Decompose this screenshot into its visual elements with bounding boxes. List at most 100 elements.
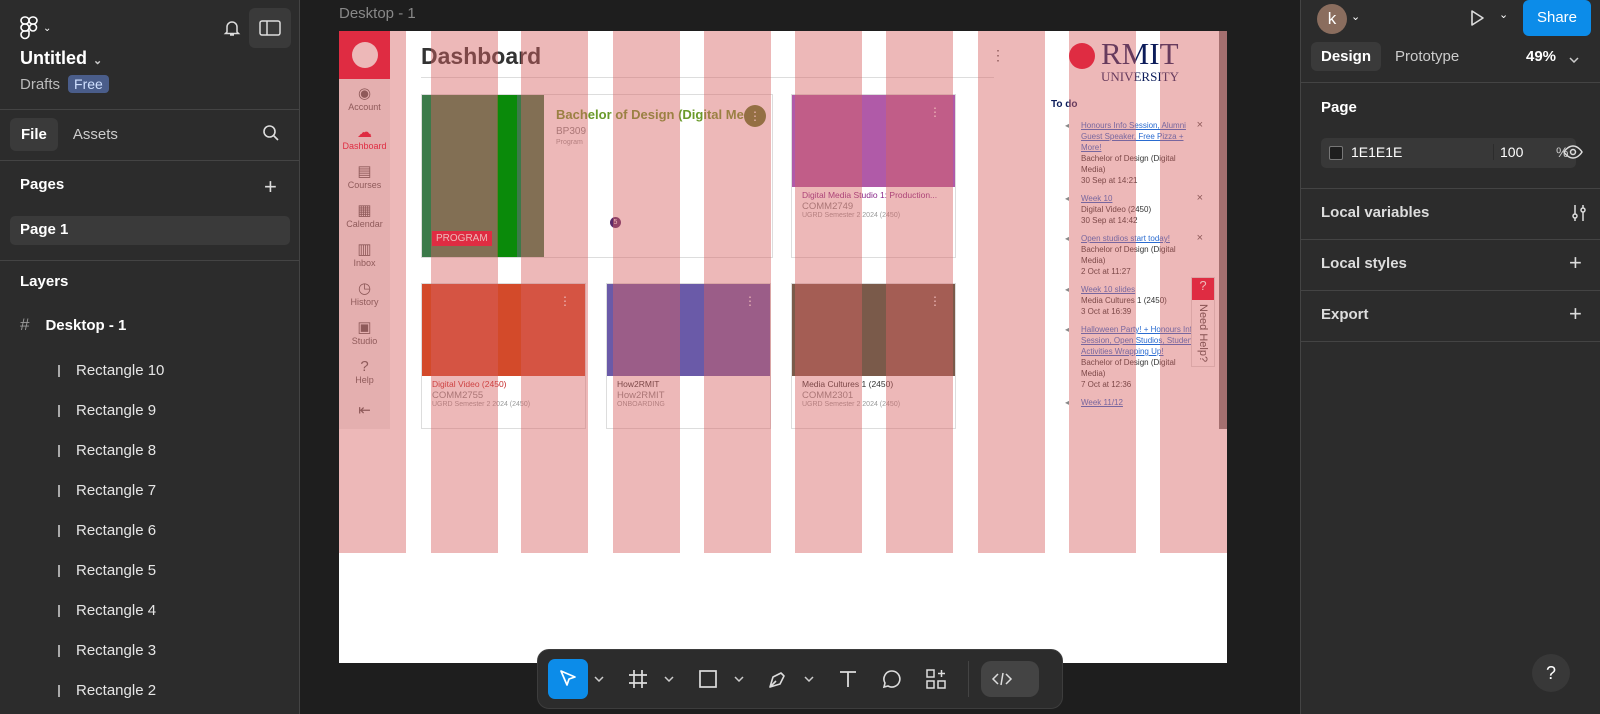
help-icon: ? xyxy=(1545,663,1556,683)
plan-badge[interactable]: Free xyxy=(68,75,109,93)
frame-tool-button[interactable] xyxy=(618,659,658,699)
rectangle-icon xyxy=(58,644,60,657)
chevron-down-icon[interactable] xyxy=(802,676,816,682)
visibility-toggle[interactable] xyxy=(1563,144,1583,165)
chevron-down-icon[interactable] xyxy=(1569,50,1579,68)
program-image-stripe xyxy=(497,95,517,257)
page-color-field[interactable]: 1E1E1E 100 % xyxy=(1321,138,1576,168)
main-menu-button[interactable]: ⌄ xyxy=(20,12,64,44)
toggle-sidebar-button[interactable] xyxy=(249,8,291,48)
actions-tool-button[interactable] xyxy=(916,659,956,699)
avatar[interactable]: k xyxy=(1317,4,1347,34)
divider xyxy=(0,160,300,161)
zoom-level[interactable]: 49% xyxy=(1526,48,1556,65)
sidebar-icon xyxy=(259,20,281,36)
tab-design[interactable]: Design xyxy=(1311,42,1382,71)
file-location: Drafts Free xyxy=(20,75,109,93)
search-layers-button[interactable] xyxy=(262,124,280,147)
layer-item[interactable]: Rectangle 10 xyxy=(58,362,164,379)
chevron-down-icon[interactable] xyxy=(732,676,746,682)
layer-item[interactable]: Rectangle 3 xyxy=(58,642,156,659)
eye-icon xyxy=(1563,145,1583,159)
grid-column[interactable] xyxy=(613,31,680,553)
tab-assets[interactable]: Assets xyxy=(62,118,129,151)
opacity-value[interactable]: 100 xyxy=(1493,144,1523,160)
drafts-link[interactable]: Drafts xyxy=(20,76,60,93)
text-icon xyxy=(840,671,856,687)
layer-item[interactable]: Rectangle 6 xyxy=(58,522,156,539)
code-icon xyxy=(991,672,1013,686)
dev-mode-toggle[interactable] xyxy=(981,661,1039,697)
local-styles-section[interactable]: Local styles xyxy=(1321,255,1407,272)
play-icon xyxy=(1471,10,1484,26)
layer-label: Rectangle 5 xyxy=(76,562,157,579)
chevron-down-icon[interactable] xyxy=(592,676,606,682)
layer-frame[interactable]: # Desktop - 1 xyxy=(20,315,126,335)
frame-icon xyxy=(629,670,647,688)
rectangle-icon xyxy=(58,604,60,617)
local-variables-section[interactable]: Local variables xyxy=(1321,204,1429,221)
layer-item[interactable]: Rectangle 7 xyxy=(58,482,156,499)
comment-icon xyxy=(882,670,901,689)
layer-label: Rectangle 9 xyxy=(76,402,157,419)
rectangle-icon xyxy=(58,444,60,457)
layer-label: Rectangle 7 xyxy=(76,482,157,499)
chevron-down-icon: ⌄ xyxy=(93,55,103,67)
page-item[interactable]: Page 1 xyxy=(10,216,290,245)
layer-item[interactable]: Rectangle 4 xyxy=(58,602,156,619)
right-panel: k ⌄ ⌄ Share Design Prototype 49% Page 1E… xyxy=(1300,0,1600,714)
tab-file[interactable]: File xyxy=(10,118,58,151)
move-tool-button[interactable] xyxy=(548,659,588,699)
rectangle-icon xyxy=(58,404,60,417)
grid-column[interactable] xyxy=(886,31,953,553)
frame-label[interactable]: Desktop - 1 xyxy=(339,5,416,22)
layer-item[interactable]: Rectangle 9 xyxy=(58,402,156,419)
sliders-icon xyxy=(1572,205,1586,221)
divider xyxy=(1301,188,1600,189)
color-swatch[interactable] xyxy=(1329,146,1343,160)
layer-item[interactable]: Rectangle 8 xyxy=(58,442,156,459)
present-button[interactable]: ⌄ xyxy=(1467,8,1508,33)
text-tool-button[interactable] xyxy=(828,659,868,699)
layer-label: Rectangle 6 xyxy=(76,522,157,539)
add-style-button[interactable]: + xyxy=(1569,250,1582,276)
layer-item[interactable]: Rectangle 5 xyxy=(58,562,156,579)
chevron-down-icon[interactable] xyxy=(662,676,676,682)
add-export-button[interactable]: + xyxy=(1569,301,1582,327)
plus-icon: + xyxy=(264,174,277,199)
tab-prototype[interactable]: Prototype xyxy=(1385,42,1469,71)
comment-tool-button[interactable] xyxy=(872,659,912,699)
pen-tool-button[interactable] xyxy=(758,659,798,699)
share-button[interactable]: Share xyxy=(1523,0,1591,36)
grid-column[interactable] xyxy=(1069,31,1136,553)
apps-icon xyxy=(926,669,946,689)
chevron-down-icon[interactable]: ⌄ xyxy=(1351,10,1360,23)
divider xyxy=(1301,239,1600,240)
figma-logo-icon xyxy=(20,16,38,40)
grid-column[interactable] xyxy=(521,31,588,553)
divider xyxy=(0,109,300,110)
color-hex-value[interactable]: 1E1E1E xyxy=(1351,144,1402,160)
notifications-button[interactable] xyxy=(217,12,247,44)
variables-settings-button[interactable] xyxy=(1571,202,1587,228)
layer-item[interactable]: Rectangle 2 xyxy=(58,682,156,699)
divider xyxy=(1301,290,1600,291)
export-section[interactable]: Export xyxy=(1321,306,1369,323)
grid-column[interactable] xyxy=(1160,31,1227,553)
grid-column[interactable] xyxy=(795,31,862,553)
frame-icon: # xyxy=(20,315,30,334)
bottom-toolbar xyxy=(537,649,1063,709)
grid-column[interactable] xyxy=(704,31,771,553)
help-button[interactable]: ? xyxy=(1532,654,1570,692)
desktop-frame[interactable]: ◉ Account ☁ Dashboard ▤ Courses ▦ Calendar ▥… xyxy=(339,31,1227,663)
divider xyxy=(0,260,300,261)
rectangle-tool-button[interactable] xyxy=(688,659,728,699)
add-page-button[interactable]: + xyxy=(264,174,277,200)
chevron-down-icon[interactable]: ⌄ xyxy=(1499,8,1508,21)
grid-column[interactable] xyxy=(978,31,1045,553)
layers-header: Layers xyxy=(20,273,69,290)
grid-column[interactable] xyxy=(431,31,498,553)
file-title[interactable]: Untitled ⌄ xyxy=(20,48,102,69)
grid-column[interactable] xyxy=(339,31,406,553)
chevron-down-icon: ⌄ xyxy=(43,22,52,34)
